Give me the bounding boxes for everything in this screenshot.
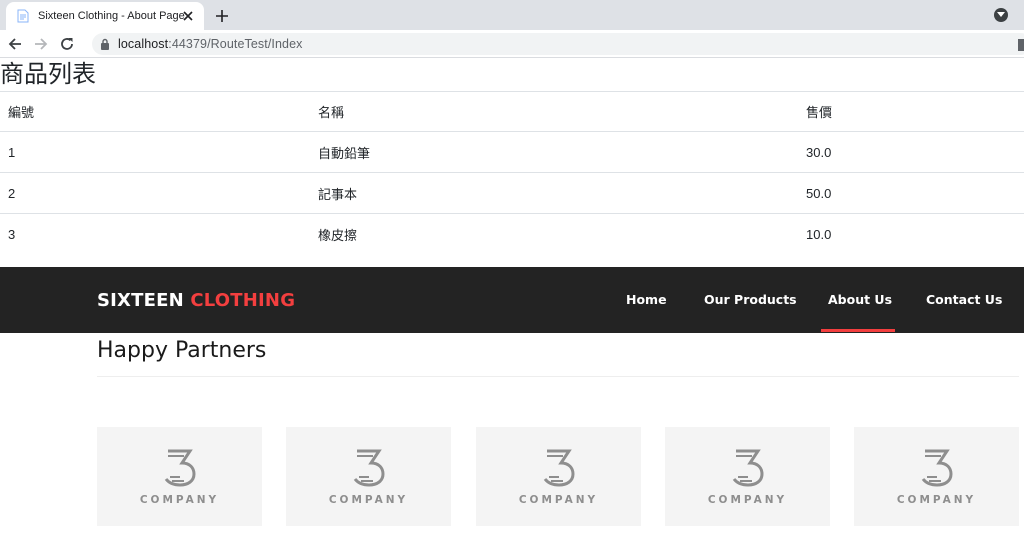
browser-tab[interactable]: Sixteen Clothing - About Page [6, 2, 204, 30]
address-bar[interactable]: localhost:44379/RouteTest/Index [92, 33, 1024, 55]
company-logo-icon [353, 449, 385, 487]
column-header-price: 售價 [798, 91, 1024, 132]
browser-tabstrip: Sixteen Clothing - About Page [0, 0, 1024, 30]
back-arrow-icon[interactable] [6, 35, 24, 53]
cell-price: 10.0 [798, 213, 1024, 255]
url-text: localhost:44379/RouteTest/Index [118, 37, 303, 51]
divider [97, 376, 1019, 377]
product-list-heading: 商品列表 [0, 61, 96, 88]
page-icon [16, 8, 30, 24]
table-row: 2 記事本 50.0 [0, 172, 1024, 214]
tab-title: Sixteen Clothing - About Page [38, 10, 185, 22]
table-row: 3 橡皮擦 10.0 [0, 213, 1024, 255]
lock-icon [101, 38, 109, 50]
reload-icon[interactable] [58, 35, 76, 53]
brand-logo[interactable]: SIXTEEN CLOTHING [97, 289, 295, 313]
partners-heading: Happy Partners [97, 338, 267, 363]
forward-arrow-icon[interactable] [32, 35, 50, 53]
table-row: 1 自動鉛筆 30.0 [0, 131, 1024, 173]
product-table: 編號 名稱 售價 1 自動鉛筆 30.0 2 記事本 50.0 3 橡皮擦 10… [0, 91, 1024, 255]
site-header: SIXTEEN CLOTHING Home Our Products About… [0, 267, 1024, 333]
company-logo-icon [543, 449, 575, 487]
column-header-name: 名稱 [310, 91, 798, 132]
cell-id: 1 [0, 131, 310, 173]
table-header-row: 編號 名稱 售價 [0, 91, 1024, 132]
chevron-down-icon[interactable] [994, 8, 1008, 22]
cell-id: 2 [0, 172, 310, 214]
partner-logo[interactable]: COMPANY [97, 427, 262, 526]
active-nav-indicator [821, 329, 895, 332]
partner-logo[interactable]: COMPANY [286, 427, 451, 526]
nav-home[interactable]: Home [626, 291, 667, 309]
company-logo-icon [732, 449, 764, 487]
column-header-id: 編號 [0, 91, 310, 132]
partner-logo[interactable]: COMPANY [854, 427, 1019, 526]
company-logo-icon [164, 449, 196, 487]
cell-name: 橡皮擦 [310, 213, 798, 255]
partner-logo[interactable]: COMPANY [665, 427, 830, 526]
browser-toolbar: localhost:44379/RouteTest/Index [0, 30, 1024, 58]
cell-price: 30.0 [798, 131, 1024, 173]
nav-contact-us[interactable]: Contact Us [926, 291, 1002, 309]
cell-name: 自動鉛筆 [310, 131, 798, 173]
close-icon[interactable] [180, 8, 196, 24]
company-logo-icon [921, 449, 953, 487]
cell-name: 記事本 [310, 172, 798, 214]
cell-price: 50.0 [798, 172, 1024, 214]
nav-our-products[interactable]: Our Products [704, 291, 797, 309]
extension-icon[interactable] [1018, 38, 1024, 51]
new-tab-plus-icon[interactable] [212, 6, 232, 26]
partner-logo[interactable]: COMPANY [476, 427, 641, 526]
nav-about-us[interactable]: About Us [828, 291, 892, 309]
cell-id: 3 [0, 213, 310, 255]
